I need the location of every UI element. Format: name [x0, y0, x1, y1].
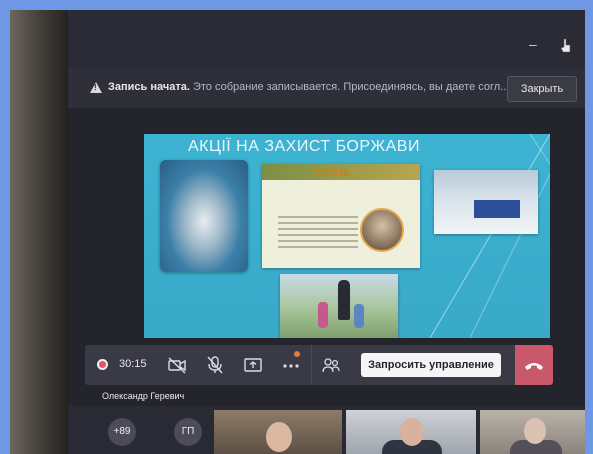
protest-group-photo [434, 170, 538, 234]
hangup-icon [525, 363, 543, 370]
overflow-participants-badge[interactable]: +89 [108, 418, 136, 446]
participants-icon[interactable] [319, 353, 343, 377]
camera-off-icon[interactable] [165, 353, 189, 377]
portrait-photo [360, 208, 404, 252]
control-divider [311, 345, 312, 385]
recording-notice-bar: Запись начата. Это собрание записывается… [68, 68, 585, 109]
more-icon[interactable] [279, 351, 303, 377]
quote-card-image: ЦИТАТА [262, 164, 420, 268]
recording-indicator-icon [97, 359, 108, 370]
monitor-bezel [10, 10, 68, 454]
person-figure [338, 280, 350, 320]
warning-icon [90, 82, 102, 93]
presentation-slide: АКЦІЇ НА ЗАХИСТ БОРЖАВИ ЦИТАТА [144, 134, 550, 338]
participant-video-tile[interactable] [480, 410, 585, 454]
hand-cursor-icon [560, 38, 572, 57]
outer-frame-top [0, 0, 593, 10]
quote-text-lines [278, 212, 358, 252]
recording-notice-bold: Запись начата. [108, 81, 190, 93]
hangup-button[interactable] [515, 345, 553, 385]
participant-gallery: +89 ГП [68, 406, 585, 454]
participant-avatar-initials[interactable]: ГП [174, 418, 202, 446]
notification-dot [294, 351, 300, 357]
recording-notice-message: Это собрание записывается. Присоединяясь… [192, 81, 510, 93]
minimize-button[interactable]: – [529, 36, 537, 52]
title-bar: – [68, 10, 585, 68]
outer-frame-right [585, 0, 593, 454]
person-figure [318, 302, 328, 328]
presenter-name: Олександр Геревич [102, 391, 185, 401]
call-timer: 30:15 [119, 358, 147, 370]
participant-head [400, 418, 424, 446]
quote-card-title: ЦИТАТА [314, 168, 350, 178]
share-screen-icon[interactable] [241, 353, 265, 377]
participant-video-tile[interactable] [346, 410, 476, 454]
teams-meeting-window: – Запись начата. Это собрание записывает… [68, 10, 585, 454]
close-notice-button[interactable]: Закрыть [507, 76, 577, 102]
participant-video-tile[interactable] [214, 410, 342, 454]
participant-head [266, 422, 292, 452]
request-control-button[interactable]: Запросить управление [361, 353, 501, 377]
slide-title: АКЦІЇ НА ЗАХИСТ БОРЖАВИ [188, 138, 420, 155]
mic-off-icon[interactable] [203, 353, 227, 377]
outer-frame-left [0, 0, 10, 454]
shared-content-stage: АКЦІЇ НА ЗАХИСТ БОРЖАВИ ЦИТАТА 30:15 Зап… [68, 108, 585, 406]
family-mountain-photo [280, 274, 398, 338]
person-figure [354, 304, 364, 328]
recording-notice-text: Запись начата. Это собрание записывается… [108, 81, 509, 93]
call-control-bar: 30:15 Запросить управление [85, 345, 553, 385]
protest-banner [474, 200, 520, 218]
mountain-clouds-photo [160, 160, 248, 272]
participant-head [524, 418, 546, 444]
slide-decoration [429, 134, 550, 338]
